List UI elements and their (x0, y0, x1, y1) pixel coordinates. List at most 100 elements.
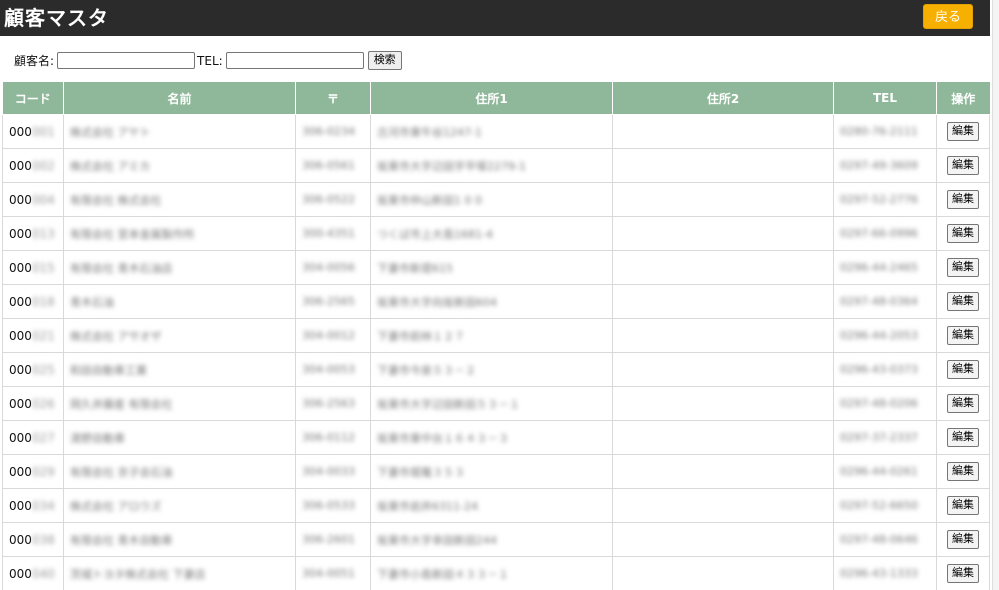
address1-cell: 下妻市新堤615 (370, 250, 613, 285)
customer-name-input[interactable] (57, 52, 196, 69)
edit-button[interactable]: 編集 (947, 530, 979, 549)
name-cell: 清野自動車 (63, 420, 296, 455)
scrollbar[interactable] (992, 0, 999, 590)
table-row[interactable]: 000040 茨城トヨタ株式会社 下妻店 304-0051 下妻市小島新田４３３－１ 0… (2, 556, 990, 590)
code-suffix: 018 (31, 294, 55, 309)
zip-cell: 304-0056 (295, 250, 371, 285)
column-header-name[interactable]: 名前 (63, 82, 296, 115)
action-cell: 編集 (936, 454, 990, 489)
address2-cell (612, 250, 834, 285)
back-button[interactable]: 戻る (923, 4, 973, 29)
table-row[interactable]: 000029 有限会社 京子会石油 304-0033 下妻市堀篭３５３ 0296-44-… (2, 454, 990, 489)
edit-button[interactable]: 編集 (947, 462, 979, 481)
address2-cell (612, 148, 834, 183)
customer-table: コード 名前 〒 住所1 住所2 TEL 操作 000001 株式会社 アヤト 30… (2, 82, 990, 590)
address2-cell (612, 420, 834, 455)
edit-button[interactable]: 編集 (947, 190, 979, 209)
address2-cell (612, 284, 834, 319)
address1-cell: 古河市東牛谷1247-1 (370, 114, 613, 149)
table-row[interactable]: 000002 株式会社 アミカ 306-0561 坂東市大字辺田字平塚2279-1 02… (2, 148, 990, 183)
code-cell: 000002 (2, 148, 64, 183)
name-cell: 株式会社 アサオザ (63, 318, 296, 353)
address1-cell: 坂東市大字辺田字平塚2279-1 (370, 148, 613, 183)
tel-cell: 0296-44-0261 (833, 454, 937, 489)
table-row[interactable]: 000004 有限会社 株式会社 306-0522 坂東市仲山新田1 0 0 0297-… (2, 182, 990, 217)
edit-button[interactable]: 編集 (947, 292, 979, 311)
edit-button[interactable]: 編集 (947, 224, 979, 243)
code-suffix: 027 (31, 430, 55, 445)
code-cell: 000018 (2, 284, 64, 319)
address1-cell: 下妻市堀篭３５３ (370, 454, 613, 489)
tel-input[interactable] (225, 52, 364, 69)
table-row[interactable]: 000001 株式会社 アヤト 306-0234 古河市東牛谷1247-1 0280-7… (2, 114, 990, 149)
table-row[interactable]: 000018 青木石油 306-2565 坂東市大字向坂新田604 0297-48-03… (2, 284, 990, 319)
zip-cell: 304-0053 (295, 352, 371, 387)
action-cell: 編集 (936, 216, 990, 251)
column-header-address2[interactable]: 住所2 (612, 82, 834, 115)
search-button[interactable]: 検索 (367, 51, 402, 70)
address2-cell (612, 352, 834, 387)
code-cell: 000029 (2, 454, 64, 489)
column-header-code[interactable]: コード (2, 82, 64, 115)
tel-cell: 0296-43-0373 (833, 352, 937, 387)
code-prefix: 000 (9, 566, 32, 581)
name-cell: 株式会社 アミカ (63, 148, 296, 183)
edit-button[interactable]: 編集 (947, 360, 979, 379)
code-prefix: 000 (9, 158, 32, 173)
code-prefix: 000 (9, 124, 32, 139)
column-header-zip[interactable]: 〒 (295, 82, 371, 115)
code-suffix: 015 (31, 260, 55, 275)
code-cell: 000001 (2, 114, 64, 149)
table-row[interactable]: 000027 清野自動車 306-0112 坂東市東中台１６４３－３ 0297-37-2… (2, 420, 990, 455)
code-cell: 000021 (2, 318, 64, 353)
code-suffix: 040 (31, 566, 55, 581)
name-cell: 有限会社 青木自動車 (63, 522, 296, 557)
action-cell: 編集 (936, 318, 990, 353)
code-cell: 000015 (2, 250, 64, 285)
tel-cell: 0280-76-2111 (833, 114, 937, 149)
edit-button[interactable]: 編集 (947, 156, 979, 175)
address1-cell: 下妻市小島新田４３３－１ (370, 556, 613, 590)
address1-cell: 坂東市岩井6311-24 (370, 488, 613, 523)
table-row[interactable]: 000038 有限会社 青木自動車 306-2601 坂東市大字幸田新田244 0297… (2, 522, 990, 557)
table-body: 000001 株式会社 アヤト 306-0234 古河市東牛谷1247-1 0280-7… (2, 114, 990, 590)
code-prefix: 000 (9, 396, 32, 411)
table-row[interactable]: 000026 岡久井藤産 有限会社 306-2563 坂東市大字辺田新田５３－１ 029… (2, 386, 990, 421)
table-row[interactable]: 000034 株式会社 アロウズ 306-0533 坂東市岩井6311-24 0297-… (2, 488, 990, 523)
action-cell: 編集 (936, 352, 990, 387)
edit-button[interactable]: 編集 (947, 326, 979, 345)
action-cell: 編集 (936, 386, 990, 421)
code-cell: 000027 (2, 420, 64, 455)
table-row[interactable]: 000015 有限会社 青木石油店 304-0056 下妻市新堤615 0296-44-… (2, 250, 990, 285)
column-header-tel[interactable]: TEL (833, 82, 937, 115)
table-row[interactable]: 000021 株式会社 アサオザ 304-0012 下妻市前林１２７ 0296-44-2… (2, 318, 990, 353)
name-cell: 茨城トヨタ株式会社 下妻店 (63, 556, 296, 590)
code-suffix: 026 (31, 396, 55, 411)
edit-button[interactable]: 編集 (947, 122, 979, 141)
address1-cell: 坂東市仲山新田1 0 0 (370, 182, 613, 217)
table-header-row: コード 名前 〒 住所1 住所2 TEL 操作 (2, 82, 990, 115)
page: 顧客マスタ 戻る 顧客名: TEL: 検索 コード 名前 〒 住所1 住所2 T… (0, 0, 999, 590)
edit-button[interactable]: 編集 (947, 258, 979, 277)
edit-button[interactable]: 編集 (947, 496, 979, 515)
edit-button[interactable]: 編集 (947, 428, 979, 447)
action-cell: 編集 (936, 114, 990, 149)
zip-cell: 306-2563 (295, 386, 371, 421)
address1-cell: 坂東市大字幸田新田244 (370, 522, 613, 557)
search-bar: 顧客名: TEL: 検索 (14, 51, 402, 70)
address2-cell (612, 114, 834, 149)
edit-button[interactable]: 編集 (947, 564, 979, 583)
address1-cell: 坂東市東中台１６４３－３ (370, 420, 613, 455)
table-row[interactable]: 000013 有限会社 宮本金属製作所 300-4351 つくば市上大島1681-4 0… (2, 216, 990, 251)
action-cell: 編集 (936, 522, 990, 557)
edit-button[interactable]: 編集 (947, 394, 979, 413)
address1-cell: つくば市上大島1681-4 (370, 216, 613, 251)
action-cell: 編集 (936, 148, 990, 183)
column-header-address1[interactable]: 住所1 (370, 82, 613, 115)
table-row[interactable]: 000025 和田自動車工業 304-0053 下妻市今泉５３－２ 0296-43-03… (2, 352, 990, 387)
name-cell: 株式会社 アロウズ (63, 488, 296, 523)
code-prefix: 000 (9, 498, 32, 513)
code-prefix: 000 (9, 430, 32, 445)
header-bar: 顧客マスタ 戻る (0, 0, 990, 36)
name-cell: 和田自動車工業 (63, 352, 296, 387)
